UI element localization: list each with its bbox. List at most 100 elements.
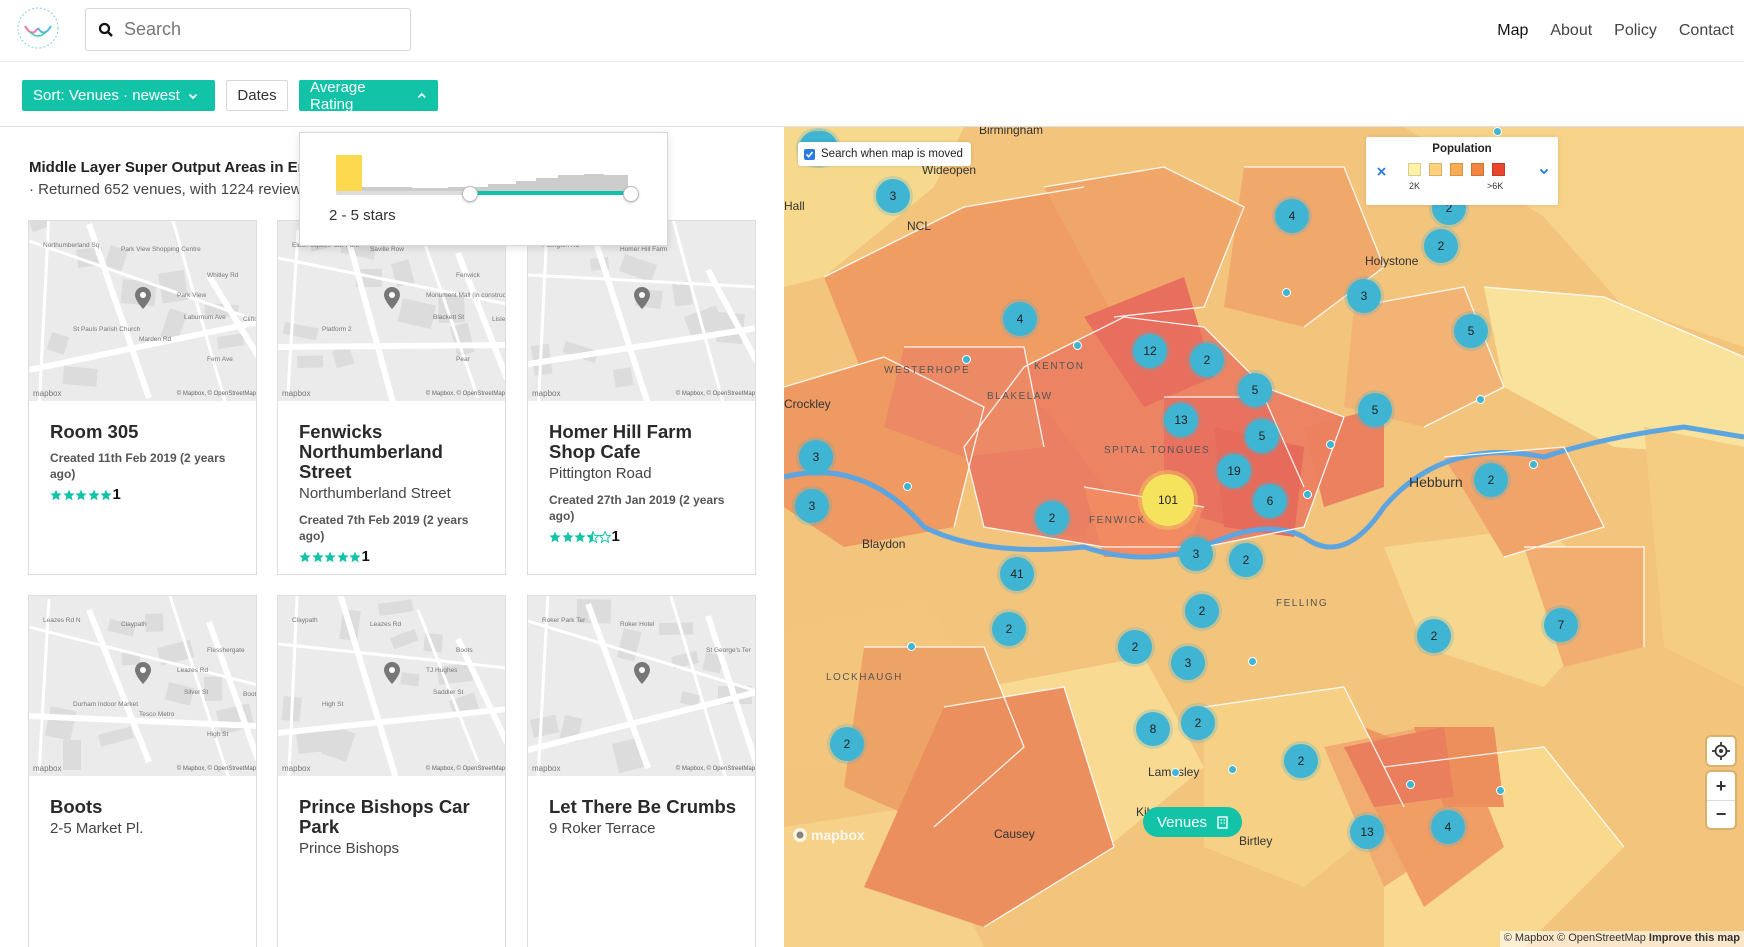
search-input[interactable] [124, 19, 384, 40]
venue-card[interactable]: Roker Park Ter Roker Hotel St George's Ter… [527, 595, 756, 947]
venue-cluster[interactable]: 2 [1284, 744, 1318, 778]
venue-map-thumbnail[interactable]: Leazes Rd N Claypath Flesshergate Leazes Rd… [29, 596, 256, 776]
venue-cluster[interactable]: 8 [1136, 712, 1170, 746]
venue-map-thumbnail[interactable]: Northumberland Sq Park View Shopping Cent… [29, 221, 256, 401]
venue-card[interactable]: Pittington RdHomer Hill Farm mapbox © Ma… [527, 220, 756, 575]
venue-cluster[interactable]: 13 [1164, 403, 1198, 437]
close-icon[interactable] [1377, 167, 1386, 176]
venue-dot[interactable] [903, 482, 912, 491]
range-handle-max[interactable] [623, 186, 639, 202]
mapbox-logo[interactable]: mapbox [792, 827, 865, 843]
attribution-text[interactable]: © Mapbox © OpenStreetMap [1504, 932, 1646, 944]
venue-cluster[interactable]: 4 [1275, 199, 1309, 233]
filter-bar: Sort: Venues · newest Dates Average Rati… [0, 62, 1744, 127]
venue-cluster[interactable]: 12 [1133, 334, 1167, 368]
venue-dot[interactable] [907, 642, 916, 651]
dates-label: Dates [237, 87, 277, 104]
venue-cluster[interactable]: 2 [1474, 463, 1508, 497]
venue-cluster[interactable]: 2 [1190, 343, 1224, 377]
logo[interactable] [16, 6, 60, 50]
venue-name[interactable]: Room 305 [50, 422, 240, 442]
venue-map-thumbnail[interactable]: Pittington RdHomer Hill Farm mapbox © Ma… [528, 221, 755, 401]
venue-cluster[interactable]: 2 [830, 727, 864, 761]
map[interactable]: Wideopen NCL Holystone WESTERHOPE KENTON BLAK… [784, 127, 1744, 947]
venue-cluster[interactable]: 2 [992, 612, 1026, 646]
sort-button[interactable]: Sort: Venues · newest [22, 80, 215, 111]
venue-cluster[interactable]: 5 [1238, 373, 1272, 407]
venue-dot[interactable] [1073, 341, 1082, 350]
venue-cluster[interactable]: 2 [1118, 630, 1152, 664]
mini-attribution: © Mapbox, © OpenStreetMap [675, 766, 755, 772]
venue-cluster[interactable]: 2 [1035, 501, 1069, 535]
venue-cluster[interactable]: 3 [1179, 537, 1213, 571]
venue-dot[interactable] [1496, 786, 1505, 795]
venue-dot[interactable] [1171, 768, 1180, 777]
venue-card[interactable]: Northumberland Sq Park View Shopping Cent… [28, 220, 257, 575]
venue-map-thumbnail[interactable]: Claypath Leazes Rd Boots TJ Hughes High St Sa… [278, 596, 505, 776]
venue-card[interactable]: Eldon Square Car ParkSaville RowFenwickM… [277, 220, 506, 575]
venue-name[interactable]: Fenwicks Northumberland Street [299, 422, 489, 482]
geolocate-button[interactable] [1707, 737, 1735, 765]
map-thumbnail-label: Laburnum Ave [184, 314, 226, 321]
venue-list[interactable]: Middle Layer Super Output Areas in Eng ·… [0, 127, 783, 947]
average-rating-button[interactable]: Average Rating [299, 79, 438, 113]
venue-cluster[interactable]: 101 [1142, 474, 1194, 526]
venue-map-thumbnail[interactable]: Roker Park Ter Roker Hotel St George's Ter… [528, 596, 755, 776]
venue-cluster[interactable]: 3 [1347, 279, 1381, 313]
venue-card[interactable]: Leazes Rd N Claypath Flesshergate Leazes Rd… [28, 595, 257, 947]
venue-dot[interactable] [1228, 765, 1237, 774]
range-handle-min[interactable] [462, 186, 478, 202]
venue-cluster[interactable]: 4 [1003, 302, 1037, 336]
venue-dot[interactable] [1529, 460, 1538, 469]
zoom-in-button[interactable]: + [1716, 772, 1727, 800]
venue-dot[interactable] [962, 355, 971, 364]
venue-name[interactable]: Let There Be Crumbs [549, 797, 739, 817]
nav-map[interactable]: Map [1497, 22, 1528, 40]
improve-map-link[interactable]: Improve this map [1649, 932, 1740, 944]
venue-dot[interactable] [1493, 127, 1502, 136]
venue-name[interactable]: Boots [50, 797, 240, 817]
venue-cluster[interactable]: 5 [1358, 393, 1392, 427]
venue-cluster[interactable]: 2 [1229, 543, 1263, 577]
venue-name[interactable]: Homer Hill Farm Shop Cafe [549, 422, 739, 462]
search-box[interactable] [85, 8, 411, 51]
venue-cluster[interactable]: 3 [795, 489, 829, 523]
dates-button[interactable]: Dates [226, 80, 288, 111]
venue-cluster[interactable]: 19 [1217, 454, 1251, 488]
venue-cluster[interactable]: 3 [799, 440, 833, 474]
venue-dot[interactable] [1303, 490, 1312, 499]
venue-cluster[interactable]: 2 [1181, 706, 1215, 740]
nav-contact[interactable]: Contact [1679, 22, 1734, 40]
venue-dot[interactable] [1282, 288, 1291, 297]
nav-about[interactable]: About [1550, 22, 1592, 40]
checkbox-icon[interactable] [804, 148, 815, 160]
venues-toggle-button[interactable]: Venues [1143, 807, 1243, 837]
venue-cluster[interactable]: 13 [1350, 815, 1384, 849]
venue-cluster[interactable]: 2 [1424, 229, 1458, 263]
venue-dot[interactable] [1406, 780, 1415, 789]
venue-name[interactable]: Prince Bishops Car Park [299, 797, 489, 837]
venue-card[interactable]: Claypath Leazes Rd Boots TJ Hughes High St Sa… [277, 595, 506, 947]
venue-cluster[interactable]: 4 [1431, 810, 1465, 844]
venue-map-thumbnail[interactable]: Eldon Square Car ParkSaville RowFenwickM… [278, 221, 505, 401]
nav-policy[interactable]: Policy [1614, 22, 1657, 40]
venue-dot[interactable] [1476, 395, 1485, 404]
zoom-out-button[interactable]: − [1716, 801, 1727, 828]
chevron-down-icon[interactable] [1539, 167, 1549, 176]
venue-cluster[interactable]: 2 [1417, 619, 1451, 653]
search-when-moved-toggle[interactable]: Search when map is moved [798, 142, 971, 166]
venue-cluster[interactable]: 3 [1171, 646, 1205, 680]
venue-cluster[interactable]: 6 [1253, 484, 1287, 518]
venue-cluster[interactable]: 2 [1185, 594, 1219, 628]
venue-dot[interactable] [1248, 657, 1257, 666]
venue-cluster[interactable]: 3 [876, 179, 910, 213]
venue-cluster[interactable]: 5 [1454, 314, 1488, 348]
building-icon [1217, 815, 1228, 829]
star-rating: 1 [549, 527, 739, 547]
venue-cluster[interactable]: 41 [1000, 557, 1034, 591]
venue-dot[interactable] [1326, 440, 1335, 449]
venue-cluster[interactable]: 5 [1245, 419, 1279, 453]
population-choropleth[interactable] [784, 127, 1744, 947]
venue-cluster[interactable]: 7 [1544, 608, 1578, 642]
map-place-label: SPITAL TONGUES [1104, 445, 1211, 456]
